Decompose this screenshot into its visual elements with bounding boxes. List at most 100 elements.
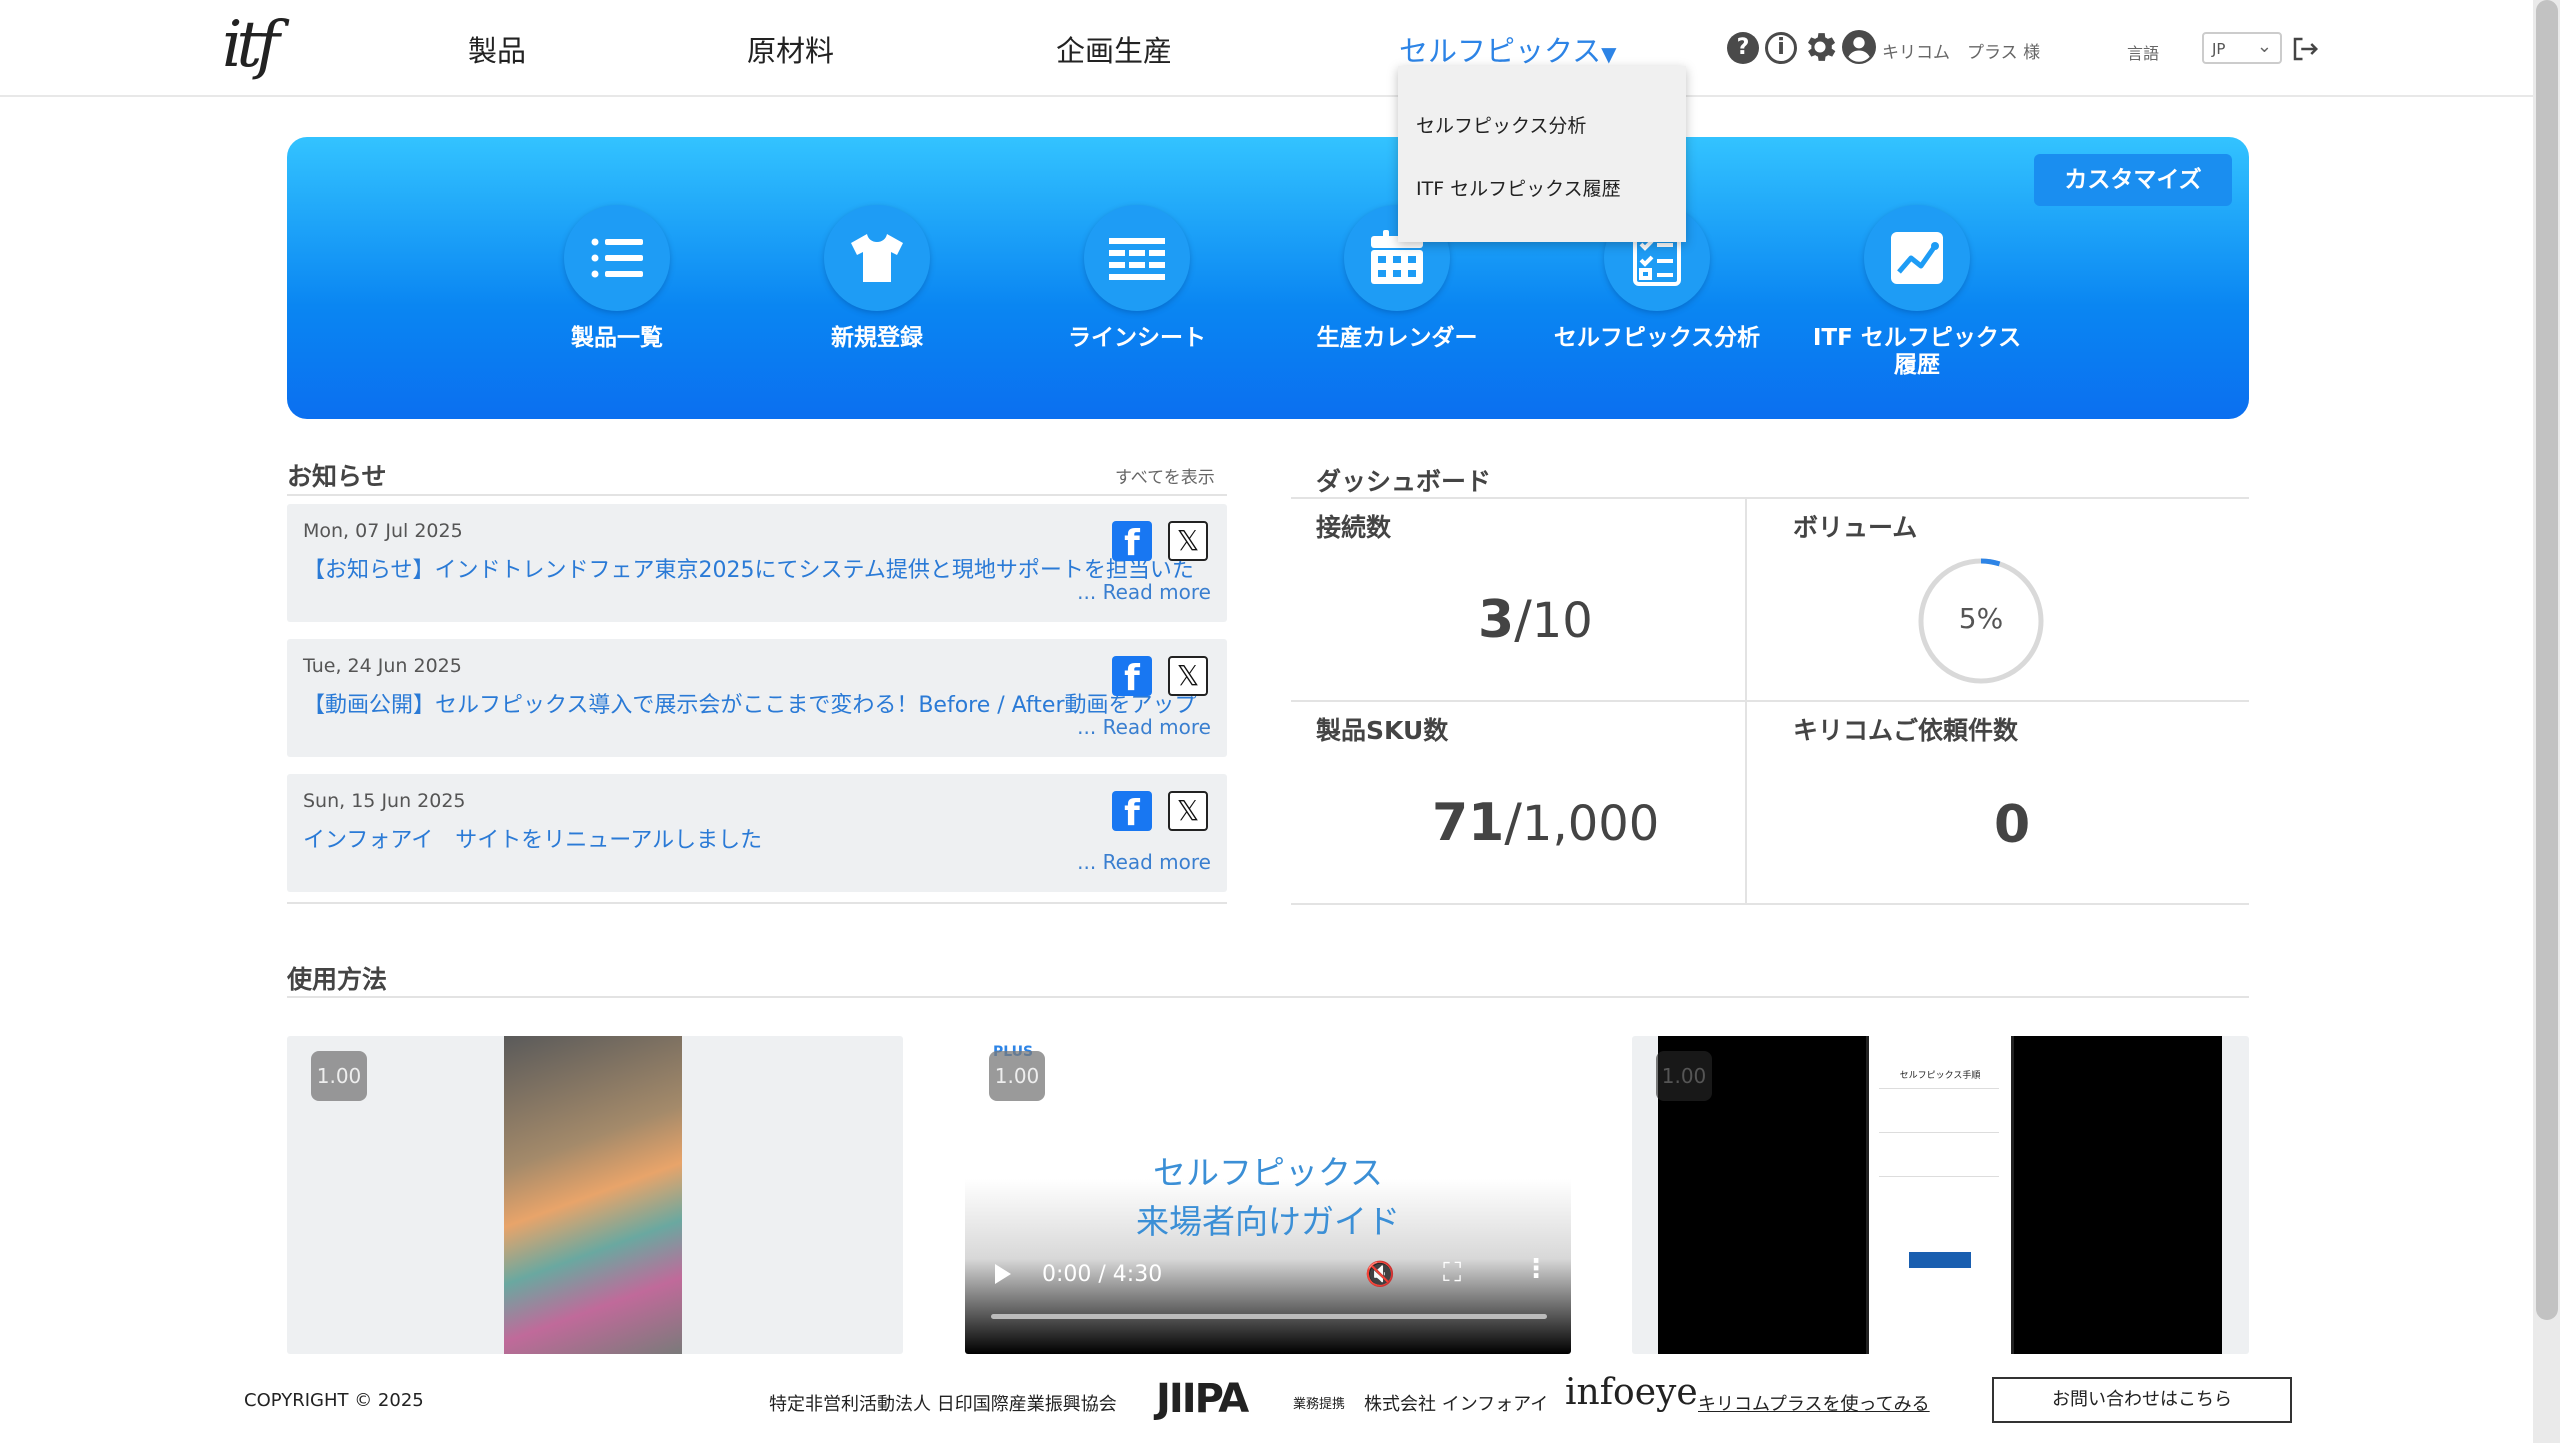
dropdown-item-selfpicks-analysis[interactable]: セルフピックス分析 bbox=[1416, 111, 1586, 138]
logout-icon[interactable] bbox=[2290, 34, 2320, 64]
chart-icon bbox=[1864, 205, 1970, 311]
usage-video-1[interactable]: 1.00 bbox=[287, 1036, 903, 1354]
news-date: Mon, 07 Jul 2025 bbox=[303, 520, 463, 542]
playback-speed-badge[interactable]: 1.00 bbox=[989, 1051, 1045, 1101]
x-icon[interactable]: 𝕏 bbox=[1168, 656, 1208, 696]
nav-selfpicks[interactable]: セルフピックス▼ bbox=[1399, 28, 1617, 70]
facebook-icon[interactable]: f bbox=[1112, 521, 1152, 564]
news-heading: お知らせ bbox=[287, 462, 387, 491]
caption-line-1: セルフピックス bbox=[1152, 1153, 1383, 1192]
usage-video-2[interactable]: PLUS 1.00 セルフピックス 来場者向けガイド 0:00 / 4:30 🔇… bbox=[965, 1036, 1571, 1354]
video-thumbnail bbox=[504, 1036, 682, 1354]
quick-link-label: 生産カレンダー bbox=[1316, 325, 1478, 351]
mute-icon[interactable]: 🔇 bbox=[1365, 1260, 1395, 1288]
jiipa-logo[interactable]: JIIPA bbox=[1156, 1376, 1249, 1422]
caret-down-icon: ▼ bbox=[1601, 42, 1617, 66]
facebook-icon[interactable]: f bbox=[1112, 791, 1152, 834]
news-item: Mon, 07 Jul 2025 【お知らせ】インドトレンドフェア東京2025に… bbox=[287, 504, 1227, 622]
x-icon[interactable]: 𝕏 bbox=[1168, 791, 1208, 831]
quick-link-new-registration[interactable]: 新規登録 bbox=[767, 205, 987, 352]
connections-label: 接続数 bbox=[1316, 513, 1392, 542]
dropdown-item-itf-selfpicks-history[interactable]: ITF セルフピックス履歴 bbox=[1416, 174, 1621, 201]
x-icon[interactable]: 𝕏 bbox=[1168, 521, 1208, 561]
read-more-link[interactable]: ... Read more bbox=[1077, 850, 1211, 874]
read-more-link[interactable]: ... Read more bbox=[1077, 580, 1211, 604]
video-caption: セルフピックス 来場者向けガイド bbox=[965, 1148, 1571, 1246]
news-date: Sun, 15 Jun 2025 bbox=[303, 790, 466, 812]
quick-link-label: ラインシート bbox=[1068, 325, 1206, 351]
top-header: itf 製品 原材料 企画生産 セルフピックス▼ ? i キリコム プラス 様 … bbox=[0, 0, 2533, 97]
news-item: Sun, 15 Jun 2025 インフォアイ サイトをリニューアルしました .… bbox=[287, 774, 1227, 892]
playback-speed-badge[interactable]: 1.00 bbox=[311, 1051, 367, 1101]
facebook-icon[interactable]: f bbox=[1112, 656, 1152, 699]
selfpicks-dropdown: セルフピックス分析 ITF セルフピックス履歴 bbox=[1398, 66, 1686, 242]
info-icon[interactable]: i bbox=[1765, 32, 1797, 64]
help-icon[interactable]: ? bbox=[1727, 32, 1759, 64]
contact-button[interactable]: お問い合わせはこちら bbox=[1992, 1377, 2292, 1423]
news-title-link[interactable]: 【動画公開】セルフピックス導入で展示会がここまで変わる！Before / Aft… bbox=[303, 687, 1203, 719]
news-date: Tue, 24 Jun 2025 bbox=[303, 655, 462, 677]
sku-count: 71 bbox=[1432, 793, 1505, 853]
quick-link-product-list[interactable]: 製品一覧 bbox=[507, 205, 727, 352]
play-icon[interactable] bbox=[995, 1264, 1011, 1284]
customize-button[interactable]: カスタマイズ bbox=[2034, 154, 2232, 206]
nav-planning-production[interactable]: 企画生産 bbox=[1056, 28, 1172, 70]
video-time: 0:00 / 4:30 bbox=[1042, 1262, 1163, 1287]
phone-button bbox=[1909, 1252, 1971, 1268]
more-options-icon[interactable]: ⋮ bbox=[1523, 1254, 1549, 1284]
list-icon bbox=[564, 205, 670, 311]
org-name: 特定非営利活動法人 日印国際産業振興協会 bbox=[769, 1394, 1117, 1415]
quick-link-linesheet[interactable]: ラインシート bbox=[1027, 205, 1247, 352]
news-item: Tue, 24 Jun 2025 【動画公開】セルフピックス導入で展示会がここま… bbox=[287, 639, 1227, 757]
scrollbar-thumb[interactable] bbox=[2536, 0, 2558, 1320]
sku-max: 1,000 bbox=[1521, 796, 1660, 852]
copyright: COPYRIGHT © 2025 bbox=[244, 1390, 424, 1411]
language-label: 言語 bbox=[2127, 44, 2160, 63]
requests-label: キリコムご依頼件数 bbox=[1793, 716, 2019, 745]
playback-speed-badge[interactable]: 1.00 bbox=[1656, 1051, 1712, 1101]
quick-link-itf-selfpicks-history[interactable]: ITF セルフピックス 履歴 bbox=[1807, 205, 2027, 379]
connections-count: 3 bbox=[1478, 590, 1515, 650]
news-title-link[interactable]: インフォアイ サイトをリニューアルしました bbox=[303, 822, 1203, 854]
usage-video-3[interactable]: セルフピックス手順 1.00 bbox=[1632, 1036, 2249, 1354]
service-label: 業務提携 bbox=[1293, 1397, 1346, 1412]
account-icon[interactable] bbox=[1842, 30, 1876, 68]
read-more-link[interactable]: ... Read more bbox=[1077, 715, 1211, 739]
language-value: JP bbox=[2212, 40, 2226, 58]
phone-screenshot: セルフピックス手順 bbox=[1866, 1036, 2014, 1354]
connections-value: 3/10 bbox=[1478, 590, 1593, 650]
quick-link-label: ITF セルフピックス 履歴 bbox=[1812, 325, 2022, 378]
try-kiricom-link[interactable]: キリコムプラスを使ってみる bbox=[1698, 1390, 1930, 1416]
phone-title: セルフピックス手順 bbox=[1899, 1071, 1981, 1081]
dashboard-vertical-divider bbox=[1745, 497, 1747, 903]
nav-products[interactable]: 製品 bbox=[468, 28, 526, 70]
company-name: 株式会社 インフォアイ bbox=[1364, 1394, 1549, 1415]
connections-max: 10 bbox=[1531, 593, 1593, 649]
volume-gauge: 5% bbox=[1916, 556, 2046, 686]
video-progress-bar[interactable] bbox=[991, 1314, 1547, 1319]
news-divider bbox=[287, 494, 1227, 496]
quick-link-label: 新規登録 bbox=[831, 325, 923, 351]
infoeye-logo[interactable]: infoeye bbox=[1565, 1372, 1698, 1413]
nav-selfpicks-label: セルフピックス bbox=[1399, 34, 1602, 68]
linesheet-icon bbox=[1084, 205, 1190, 311]
volume-label: ボリューム bbox=[1793, 513, 1918, 542]
dashboard-bottom-divider bbox=[1291, 903, 2249, 905]
usage-divider bbox=[287, 996, 2249, 998]
news-title-link[interactable]: 【お知らせ】インドトレンドフェア東京2025にてシステム提供と現地サポートを担当… bbox=[303, 552, 1203, 584]
language-select[interactable]: JP ⌄ bbox=[2202, 32, 2282, 64]
dashboard-top-divider bbox=[1291, 497, 2249, 499]
volume-percent: 5% bbox=[1958, 602, 2004, 635]
fullscreen-icon[interactable]: ⛶ bbox=[1443, 1258, 1461, 1289]
sku-value: 71/1,000 bbox=[1432, 793, 1660, 853]
user-name: キリコム プラス 様 bbox=[1882, 43, 2041, 63]
chevron-down-icon: ⌄ bbox=[2256, 36, 2272, 57]
quick-link-label: セルフピックス分析 bbox=[1553, 325, 1761, 351]
dashboard-mid-divider bbox=[1291, 700, 2249, 702]
quick-link-label: 製品一覧 bbox=[571, 325, 663, 351]
see-all-link[interactable]: すべてを表示 bbox=[1115, 463, 1215, 488]
nav-materials[interactable]: 原材料 bbox=[747, 28, 834, 70]
caption-line-2: 来場者向けガイド bbox=[1136, 1202, 1400, 1241]
gear-icon[interactable] bbox=[1801, 28, 1839, 70]
itf-logo[interactable]: itf bbox=[222, 8, 280, 82]
